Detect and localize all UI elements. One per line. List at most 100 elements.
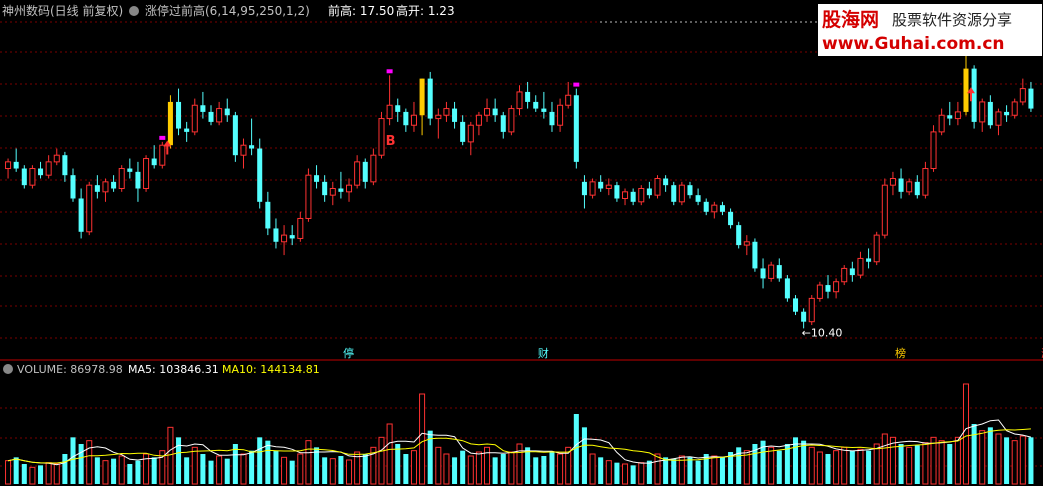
volume-bar	[281, 456, 288, 485]
volume-bar	[881, 433, 888, 485]
candle-body	[971, 68, 977, 122]
volume-bar	[94, 457, 100, 484]
volume-bar	[403, 454, 409, 484]
event-tag: 财	[538, 346, 549, 360]
stock-title: 神州数码(日线 前复权)	[2, 3, 123, 18]
candle-body	[460, 121, 466, 142]
candle-body	[443, 108, 450, 116]
volume-bar	[240, 453, 247, 485]
volume-bar	[825, 454, 831, 484]
volume-ma5-value: MA5: 103846.31	[128, 363, 219, 376]
candle-body	[954, 111, 961, 120]
volume-bar	[111, 458, 117, 484]
candle-body	[410, 114, 417, 126]
volume-bar	[914, 445, 920, 484]
candle-body	[581, 181, 587, 196]
candle-body	[589, 181, 596, 196]
candle-body	[127, 168, 133, 172]
candle-body	[987, 101, 993, 126]
candle-body	[289, 235, 295, 239]
volume-bar	[265, 440, 271, 484]
candle-body	[573, 95, 579, 162]
candle-body	[232, 115, 238, 156]
volume-bar	[614, 462, 620, 484]
volume-bar	[816, 451, 823, 485]
volume-bar	[589, 453, 596, 485]
candle-body	[329, 188, 336, 196]
event-tag: 停	[343, 346, 354, 360]
volume-bar	[492, 457, 498, 484]
candle-body	[249, 145, 255, 149]
candle-body	[370, 154, 377, 183]
volume-bar	[971, 424, 977, 484]
volume-bar	[995, 433, 1002, 485]
volume-bar	[1004, 437, 1010, 484]
candle-body	[111, 181, 117, 189]
candle-body	[849, 268, 855, 276]
candle-body	[184, 128, 190, 132]
candle-body	[338, 188, 344, 192]
volume-bar	[598, 457, 604, 484]
candle-body	[475, 114, 482, 126]
candle-body	[62, 155, 68, 176]
volume-bar	[866, 450, 872, 484]
indicator-toggle-icon[interactable]	[129, 6, 139, 16]
volume-series	[5, 383, 1034, 485]
volume-bar	[857, 448, 864, 485]
volume-bar	[224, 458, 230, 484]
volume-bar	[711, 455, 718, 485]
volume-bar	[784, 444, 790, 484]
volume-bar	[930, 436, 937, 485]
candle-body	[257, 148, 263, 202]
volume-bar	[297, 453, 304, 485]
volume-bar	[184, 457, 190, 484]
candle-body	[792, 298, 799, 312]
volume-toggle-icon[interactable]	[3, 364, 13, 374]
signal-marker	[573, 82, 580, 87]
candle-body	[38, 168, 44, 176]
candle-body	[102, 181, 109, 193]
volume-bar	[541, 456, 547, 484]
candle-body	[963, 68, 969, 112]
candle-body	[678, 184, 685, 203]
volume-bar	[460, 450, 466, 484]
volume-bar	[516, 443, 523, 485]
volume-bar	[257, 437, 263, 484]
candle-body	[118, 168, 125, 190]
candle-body	[484, 108, 491, 116]
volume-bar	[833, 450, 840, 485]
candle-body	[354, 161, 361, 186]
volume-bar	[533, 457, 539, 484]
candle-body	[914, 181, 920, 196]
candle-body	[70, 175, 76, 199]
volume-bar	[695, 460, 701, 484]
volume-bar	[191, 446, 198, 485]
volume-bar	[346, 459, 353, 485]
watermark-url: www.Guhai.com.cn	[822, 34, 1005, 54]
candle-body	[159, 144, 166, 166]
candle-body	[671, 185, 677, 202]
candle-body	[45, 161, 52, 176]
candle-body	[322, 181, 328, 196]
candle-body	[622, 191, 629, 199]
volume-bar	[557, 453, 564, 485]
volume-value: VOLUME: 86978.98	[17, 363, 123, 376]
volume-bar	[687, 457, 693, 484]
volume-bar	[70, 437, 76, 484]
candle-body	[808, 297, 815, 323]
volume-bar	[663, 457, 669, 484]
volume-bar	[305, 440, 312, 485]
volume-bar	[78, 444, 84, 484]
volume-bar	[979, 430, 986, 485]
candle-body	[938, 114, 945, 133]
volume-bar	[378, 436, 385, 485]
candle-body	[906, 181, 913, 193]
candle-body	[314, 175, 320, 182]
candle-body	[614, 185, 620, 199]
candle-body	[833, 281, 840, 293]
watermark-slogan: 股票软件资源分享	[892, 11, 1012, 29]
candle-body	[78, 198, 84, 232]
volume-bar	[873, 443, 880, 485]
volume-bar	[362, 454, 368, 484]
candle-body	[151, 158, 157, 166]
